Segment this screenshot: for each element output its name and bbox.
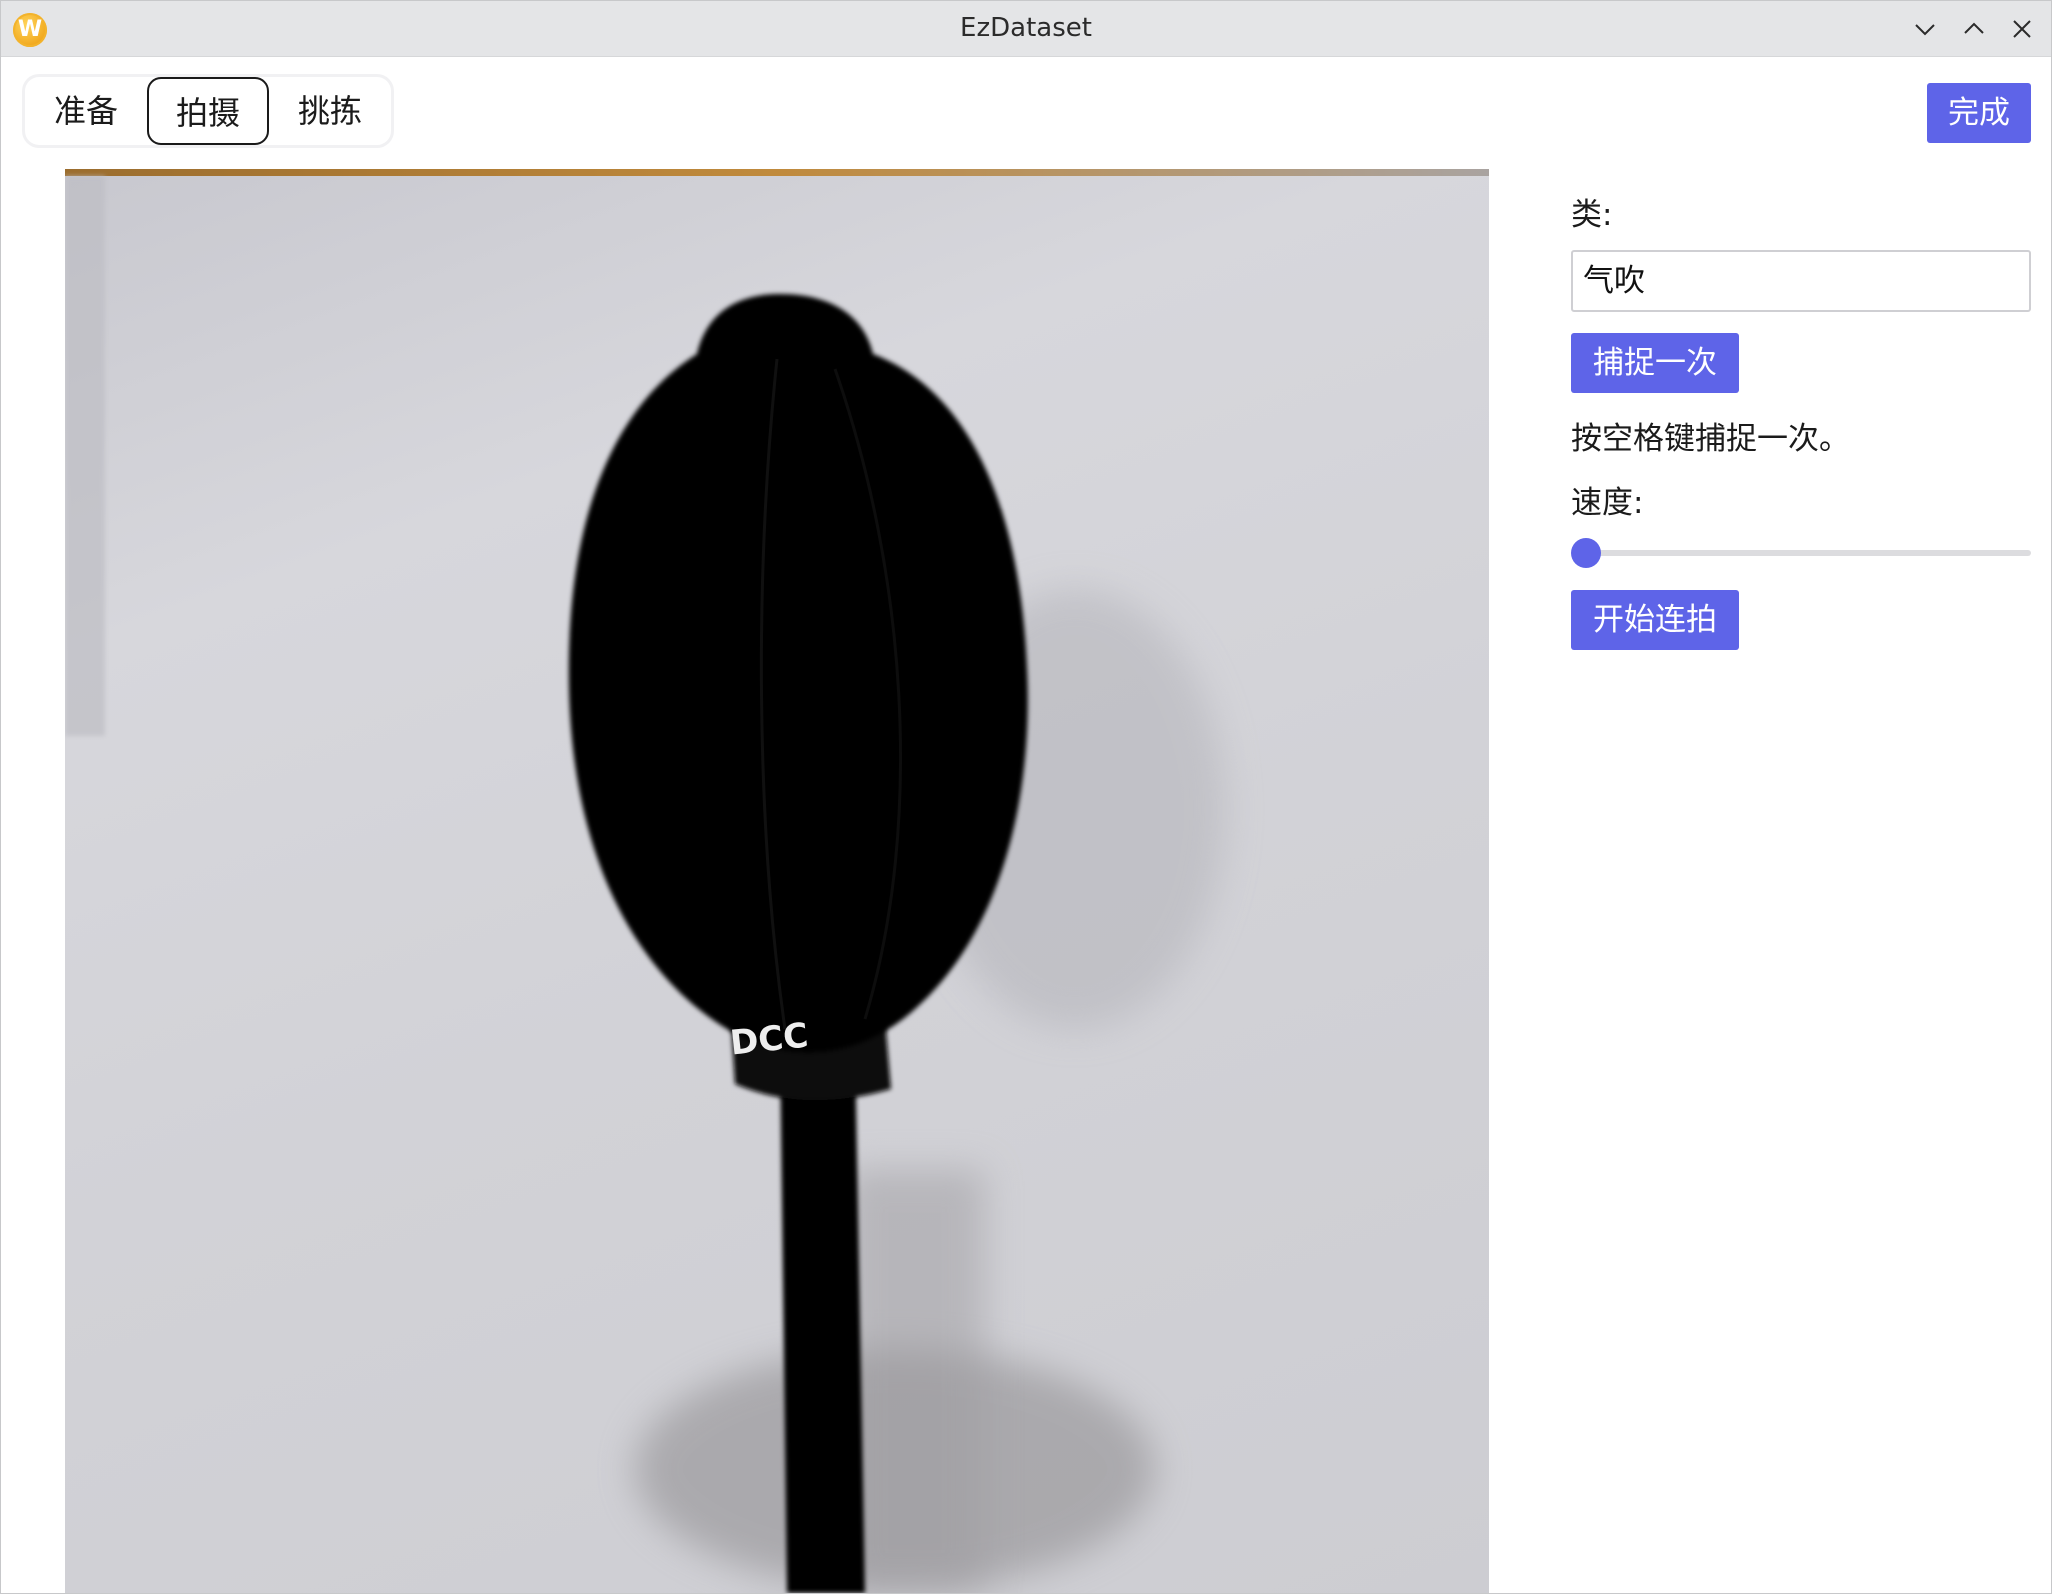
close-button[interactable] <box>2004 11 2040 47</box>
capture-hint: 按空格键捕捉一次。 <box>1571 421 1850 457</box>
done-button[interactable]: 完成 <box>1927 83 2031 143</box>
tab-prepare[interactable]: 准备 <box>25 77 147 145</box>
chevron-up-icon <box>1964 22 1984 34</box>
speed-label: 速度: <box>1571 485 1644 521</box>
title-bar[interactable]: W EzDataset <box>1 1 2051 57</box>
speed-slider-track[interactable] <box>1575 550 2031 556</box>
maximize-button[interactable] <box>1956 11 1992 47</box>
close-icon <box>2013 20 2031 38</box>
app-window: W EzDataset 准备 拍摄 挑拣 完成 DCC 类: 气吹 捕捉一次 按… <box>0 0 2052 1594</box>
tab-capture[interactable]: 拍摄 <box>147 77 269 145</box>
start-burst-button[interactable]: 开始连拍 <box>1571 590 1739 650</box>
speed-slider-thumb[interactable] <box>1571 538 1601 568</box>
minimize-button[interactable] <box>1907 11 1943 47</box>
camera-preview: DCC <box>65 169 1489 1593</box>
window-title: EzDataset <box>960 13 1092 43</box>
class-label: 类: <box>1571 197 1613 233</box>
class-input[interactable]: 气吹 <box>1571 250 2031 312</box>
product-logo-text: DCC <box>728 1016 810 1064</box>
camera-frame-image: DCC <box>65 169 1489 1593</box>
tab-select[interactable]: 挑拣 <box>269 77 391 145</box>
mode-tabs: 准备 拍摄 挑拣 <box>25 77 391 145</box>
capture-once-button[interactable]: 捕捉一次 <box>1571 333 1739 393</box>
chevron-down-icon <box>1915 24 1935 36</box>
